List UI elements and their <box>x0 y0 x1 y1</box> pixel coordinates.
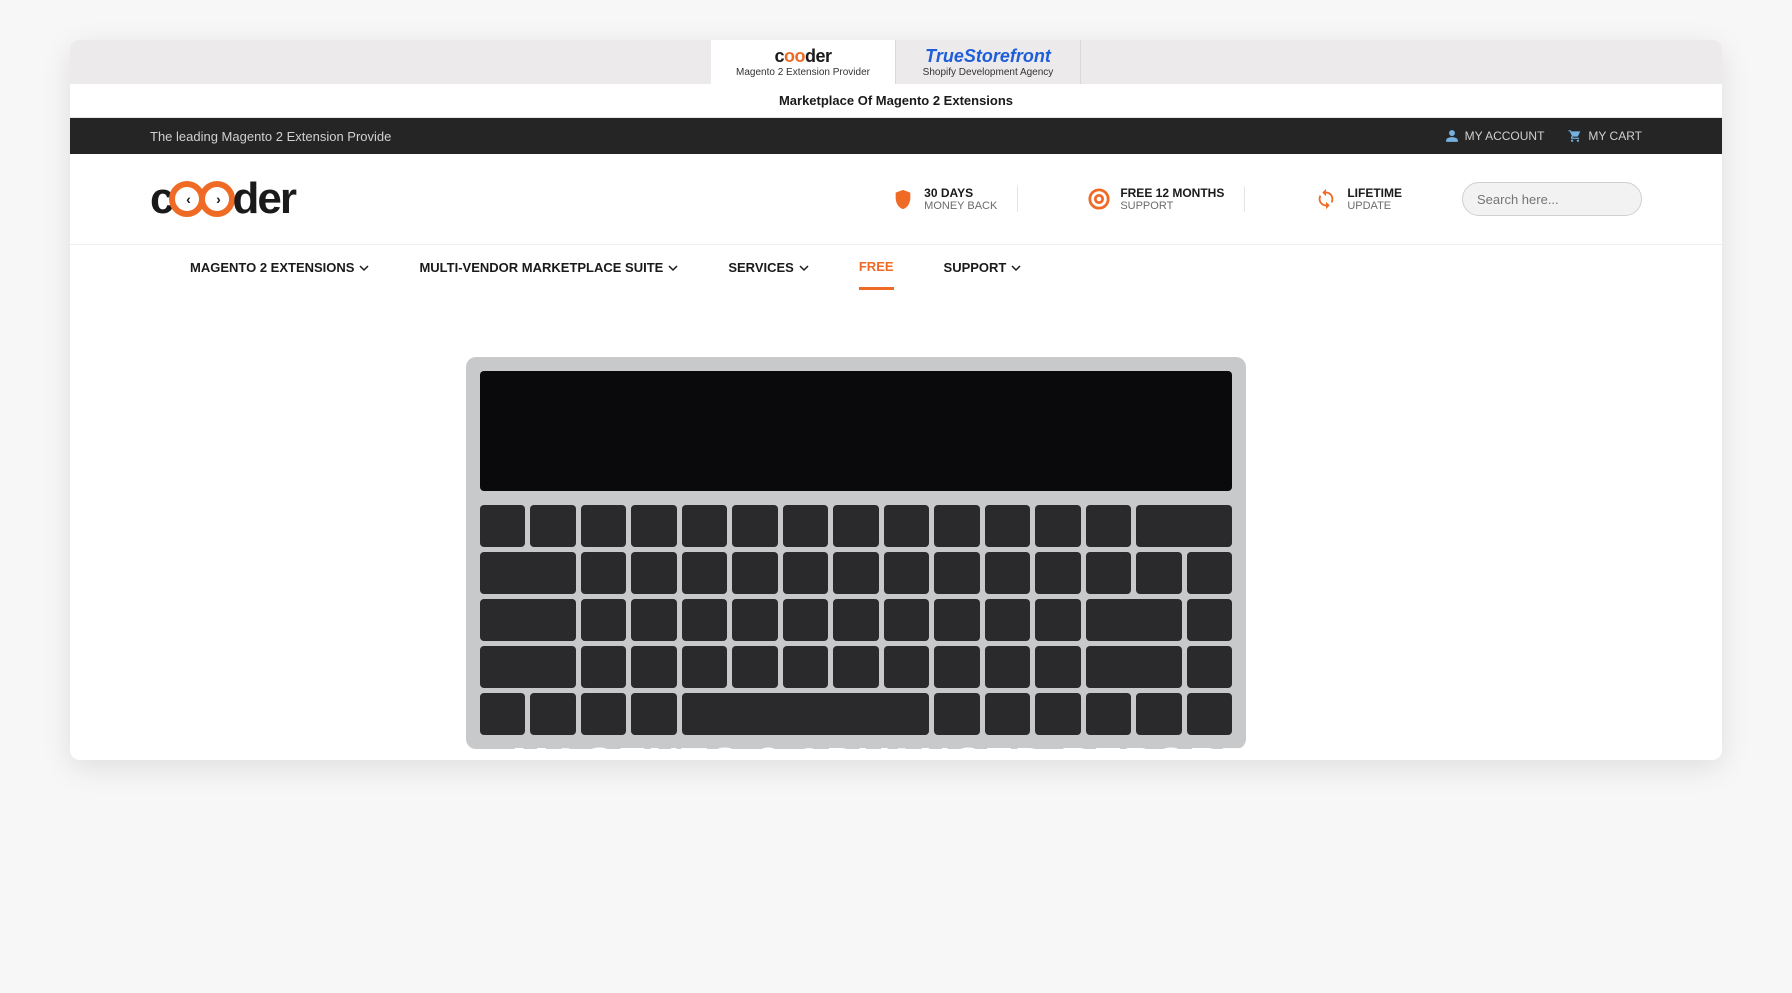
trust-label: FREE 12 MONTHS <box>1120 186 1224 200</box>
nav-support[interactable]: SUPPORT <box>944 245 1022 290</box>
tab-coder-sub: Magento 2 Extension Provider <box>736 67 870 78</box>
product-title: MAGENTO 2 ADVANCED REPORTS <box>512 739 1280 760</box>
nav-label: MAGENTO 2 EXTENSIONS <box>190 260 354 275</box>
trust-label: 30 DAYS <box>924 186 997 200</box>
trust-sublabel: MONEY BACK <box>924 200 997 212</box>
refresh-icon <box>1315 188 1337 210</box>
chevron-down-icon <box>668 263 678 273</box>
trust-sublabel: UPDATE <box>1347 200 1402 212</box>
main-logo[interactable]: c‹›der <box>150 174 295 224</box>
trust-update: LIFETIME UPDATE <box>1295 186 1422 212</box>
main-nav: MAGENTO 2 EXTENSIONS MULTI-VENDOR MARKET… <box>70 244 1722 290</box>
hero-section: MAGENTO 2 ADVANCED REPORTS 0 Review Add … <box>70 290 1722 760</box>
nav-free[interactable]: FREE <box>859 245 894 290</box>
chevron-down-icon <box>1011 263 1021 273</box>
my-cart-link[interactable]: MY CART <box>1568 129 1642 143</box>
my-account-label: MY ACCOUNT <box>1465 129 1545 143</box>
tab-truestorefront-sub: Shopify Development Agency <box>923 67 1054 78</box>
trust-money-back: 30 DAYS MONEY BACK <box>872 186 1018 212</box>
life-ring-icon <box>1088 188 1110 210</box>
tab-truestorefront-logo: TrueStorefront <box>925 46 1051 67</box>
shield-icon <box>892 188 914 210</box>
utility-bar: The leading Magento 2 Extension Provide … <box>70 118 1722 154</box>
hero-laptop-illustration <box>466 357 1246 749</box>
nav-magento2-extensions[interactable]: MAGENTO 2 EXTENSIONS <box>190 245 369 290</box>
nav-label: MULTI-VENDOR MARKETPLACE SUITE <box>419 260 663 275</box>
my-cart-label: MY CART <box>1588 129 1642 143</box>
search-input[interactable] <box>1477 192 1653 207</box>
nav-label: SERVICES <box>728 260 794 275</box>
trust-support: FREE 12 MONTHS SUPPORT <box>1068 186 1245 212</box>
my-account-link[interactable]: MY ACCOUNT <box>1445 129 1545 143</box>
chevron-down-icon <box>359 263 369 273</box>
brand-tabs-bar: cooder Magento 2 Extension Provider True… <box>70 40 1722 84</box>
tab-truestorefront[interactable]: TrueStorefront Shopify Development Agenc… <box>896 40 1081 84</box>
nav-services[interactable]: SERVICES <box>728 245 809 290</box>
nav-label: SUPPORT <box>944 260 1007 275</box>
utility-lead-text: The leading Magento 2 Extension Provide <box>150 129 391 144</box>
nav-label: FREE <box>859 259 894 274</box>
page-frame: cooder Magento 2 Extension Provider True… <box>70 40 1722 760</box>
trust-label: LIFETIME <box>1347 186 1402 200</box>
chevron-down-icon <box>799 263 809 273</box>
tab-coder[interactable]: cooder Magento 2 Extension Provider <box>711 40 896 84</box>
trust-badges: 30 DAYS MONEY BACK FREE 12 MONTHS SUPPOR… <box>872 186 1422 212</box>
nav-marketplace-suite[interactable]: MULTI-VENDOR MARKETPLACE SUITE <box>419 245 678 290</box>
user-icon <box>1445 129 1459 143</box>
trust-sublabel: SUPPORT <box>1120 200 1224 212</box>
header-bar: c‹›der 30 DAYS MONEY BACK FREE 12 MONTHS… <box>70 154 1722 244</box>
cart-icon <box>1568 129 1582 143</box>
tab-coder-logo: cooder <box>774 46 831 67</box>
search-box[interactable] <box>1462 182 1642 216</box>
tagline-bar: Marketplace Of Magento 2 Extensions <box>70 84 1722 118</box>
tagline-text: Marketplace Of Magento 2 Extensions <box>779 93 1013 108</box>
